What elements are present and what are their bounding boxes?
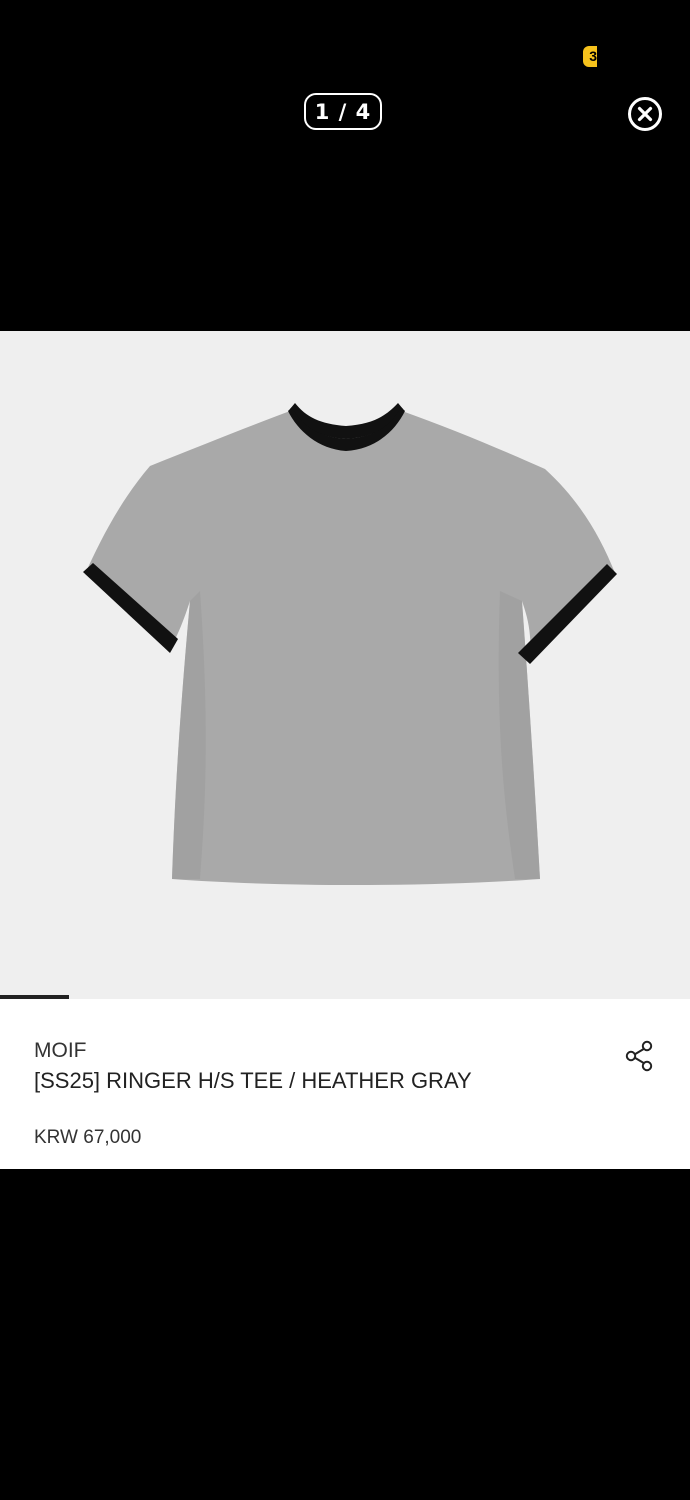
- image-counter: 1 / 4: [304, 93, 382, 130]
- image-viewer-screen: 3 1 / 4 MOIF [SS25] RINGER H/S TEE / HEA…: [0, 0, 690, 1500]
- close-circle-icon: [628, 97, 662, 131]
- t-shirt-image: [83, 403, 617, 885]
- close-button[interactable]: [627, 96, 663, 132]
- status-badge: 3: [583, 46, 597, 67]
- product-info-panel: MOIF [SS25] RINGER H/S TEE / HEATHER GRA…: [0, 999, 690, 1169]
- product-name: [SS25] RINGER H/S TEE / HEATHER GRAY: [34, 1068, 472, 1093]
- brand-name[interactable]: MOIF: [34, 1039, 87, 1063]
- product-image[interactable]: [0, 331, 690, 998]
- product-price: KRW 67,000: [34, 1127, 142, 1148]
- share-button[interactable]: [624, 1039, 656, 1073]
- share-icon: [625, 1040, 653, 1072]
